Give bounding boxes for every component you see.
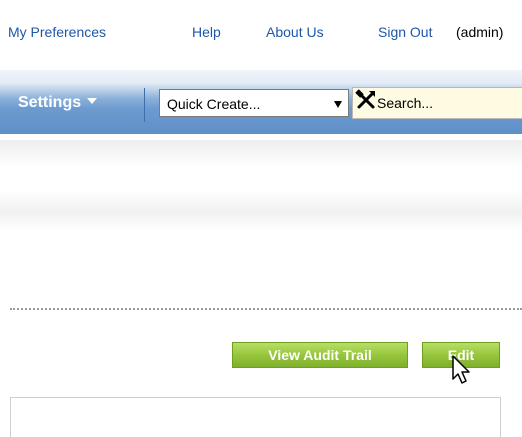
content-panel: [10, 397, 501, 437]
dropdown-arrow-icon: [334, 101, 342, 108]
section-divider: [10, 308, 522, 310]
nav-divider: [144, 88, 145, 122]
top-links-bar: My Preferences Help About Us Sign Out (a…: [0, 0, 522, 66]
search-input[interactable]: [375, 91, 522, 115]
mouse-cursor-icon: [452, 355, 470, 384]
help-link[interactable]: Help: [192, 24, 221, 40]
settings-menu-label: Settings: [18, 94, 82, 111]
quick-create-select[interactable]: Quick Create...: [159, 89, 349, 117]
view-audit-trail-button[interactable]: View Audit Trail: [232, 342, 408, 368]
main-nav-bar: Settings Quick Create...: [0, 70, 522, 134]
my-preferences-link[interactable]: My Preferences: [8, 24, 106, 40]
current-user-label: (admin): [456, 24, 504, 40]
search-box: [352, 87, 522, 119]
sign-out-link[interactable]: Sign Out: [378, 24, 432, 40]
quick-create-label: Quick Create...: [167, 96, 261, 112]
tools-icon[interactable]: [355, 89, 377, 111]
header-band: [0, 140, 522, 230]
settings-menu[interactable]: Settings: [18, 94, 98, 112]
about-us-link[interactable]: About Us: [266, 24, 324, 40]
caret-down-icon: [87, 97, 98, 104]
